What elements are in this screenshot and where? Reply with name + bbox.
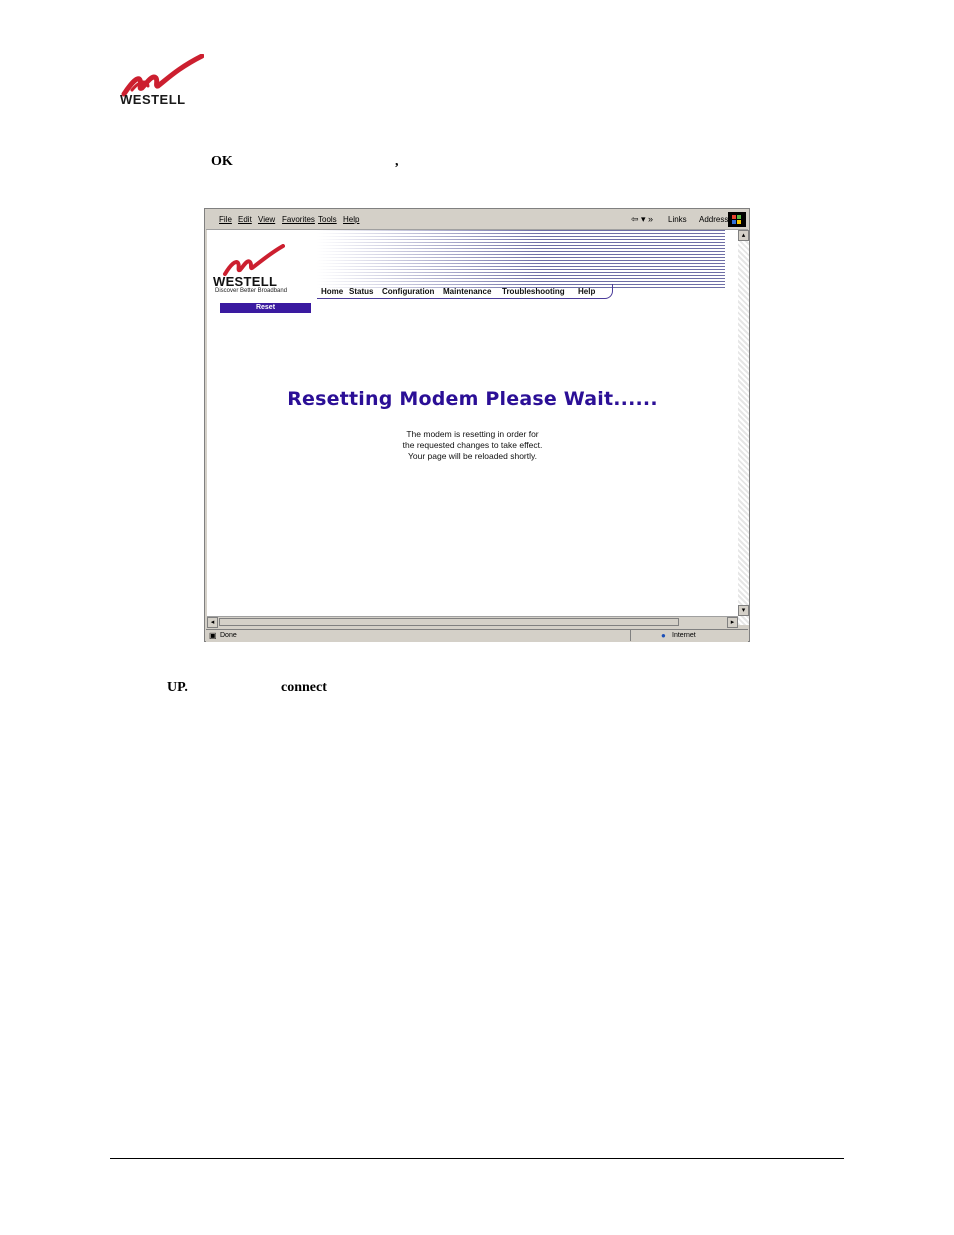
scroll-right-icon[interactable]: ▸ xyxy=(727,617,738,628)
menu-favorites[interactable]: Favorites xyxy=(282,215,315,224)
message-line-3: Your page will be reloaded shortly. xyxy=(408,451,537,461)
nav-troubleshooting[interactable]: Troubleshooting xyxy=(502,287,565,296)
menu-bar: File Edit View Favorites Tools Help ⇦ ▾ … xyxy=(206,210,748,230)
horizontal-scrollbar[interactable]: ◂ ▸ xyxy=(207,616,738,628)
page-viewport: WESTELL Discover Better Broadband Home S… xyxy=(207,230,738,625)
logo-text: WESTELL xyxy=(120,92,186,107)
browser-window: File Edit View Favorites Tools Help ⇦ ▾ … xyxy=(204,208,750,642)
step-text-up: UP. xyxy=(167,680,188,695)
back-arrow-icon[interactable]: ⇦ ▾ » xyxy=(631,214,653,225)
nav-home[interactable]: Home xyxy=(321,287,343,296)
status-text: Done xyxy=(220,632,237,639)
footer-rule xyxy=(110,1158,844,1159)
menu-file[interactable]: File xyxy=(219,215,232,224)
nav-help[interactable]: Help xyxy=(578,287,595,296)
step-text-comma: , xyxy=(395,154,399,169)
status-divider xyxy=(630,630,631,641)
page-icon: ▣ xyxy=(209,631,217,640)
menu-tools[interactable]: Tools xyxy=(318,215,337,224)
links-label[interactable]: Links xyxy=(668,215,687,224)
zone-text: Internet xyxy=(672,632,696,639)
step-text-ok: OK xyxy=(211,154,233,169)
globe-icon: ● xyxy=(661,631,666,640)
status-bar: ▣ Done ● Internet xyxy=(206,629,748,642)
step-text-connect: connect xyxy=(281,680,327,695)
address-label: Address xyxy=(699,215,729,224)
vertical-scrollbar[interactable]: ▴ ▾ xyxy=(738,230,749,625)
menu-view[interactable]: View xyxy=(258,215,275,224)
section-label-reset: Reset xyxy=(220,303,311,313)
scroll-thumb[interactable] xyxy=(219,618,679,626)
nav-configuration[interactable]: Configuration xyxy=(382,287,434,296)
page-title: Resetting Modem Please Wait...... xyxy=(287,388,658,410)
scroll-down-icon[interactable]: ▾ xyxy=(738,605,749,616)
tagline: Discover Better Broadband xyxy=(215,288,288,294)
nav-maintenance[interactable]: Maintenance xyxy=(443,287,491,296)
menu-help[interactable]: Help xyxy=(343,215,359,224)
menu-edit[interactable]: Edit xyxy=(238,215,252,224)
header-stripes xyxy=(317,230,725,288)
windows-logo-icon xyxy=(728,212,746,227)
scroll-up-icon[interactable]: ▴ xyxy=(738,230,749,241)
westell-logo-icon xyxy=(223,244,285,276)
message-line-1: The modem is resetting in order for xyxy=(406,429,539,439)
page-logo-text: WESTELL xyxy=(213,274,278,289)
nav-status[interactable]: Status xyxy=(349,287,373,296)
message-line-2: the requested changes to take effect. xyxy=(402,440,543,450)
scroll-left-icon[interactable]: ◂ xyxy=(207,617,218,628)
